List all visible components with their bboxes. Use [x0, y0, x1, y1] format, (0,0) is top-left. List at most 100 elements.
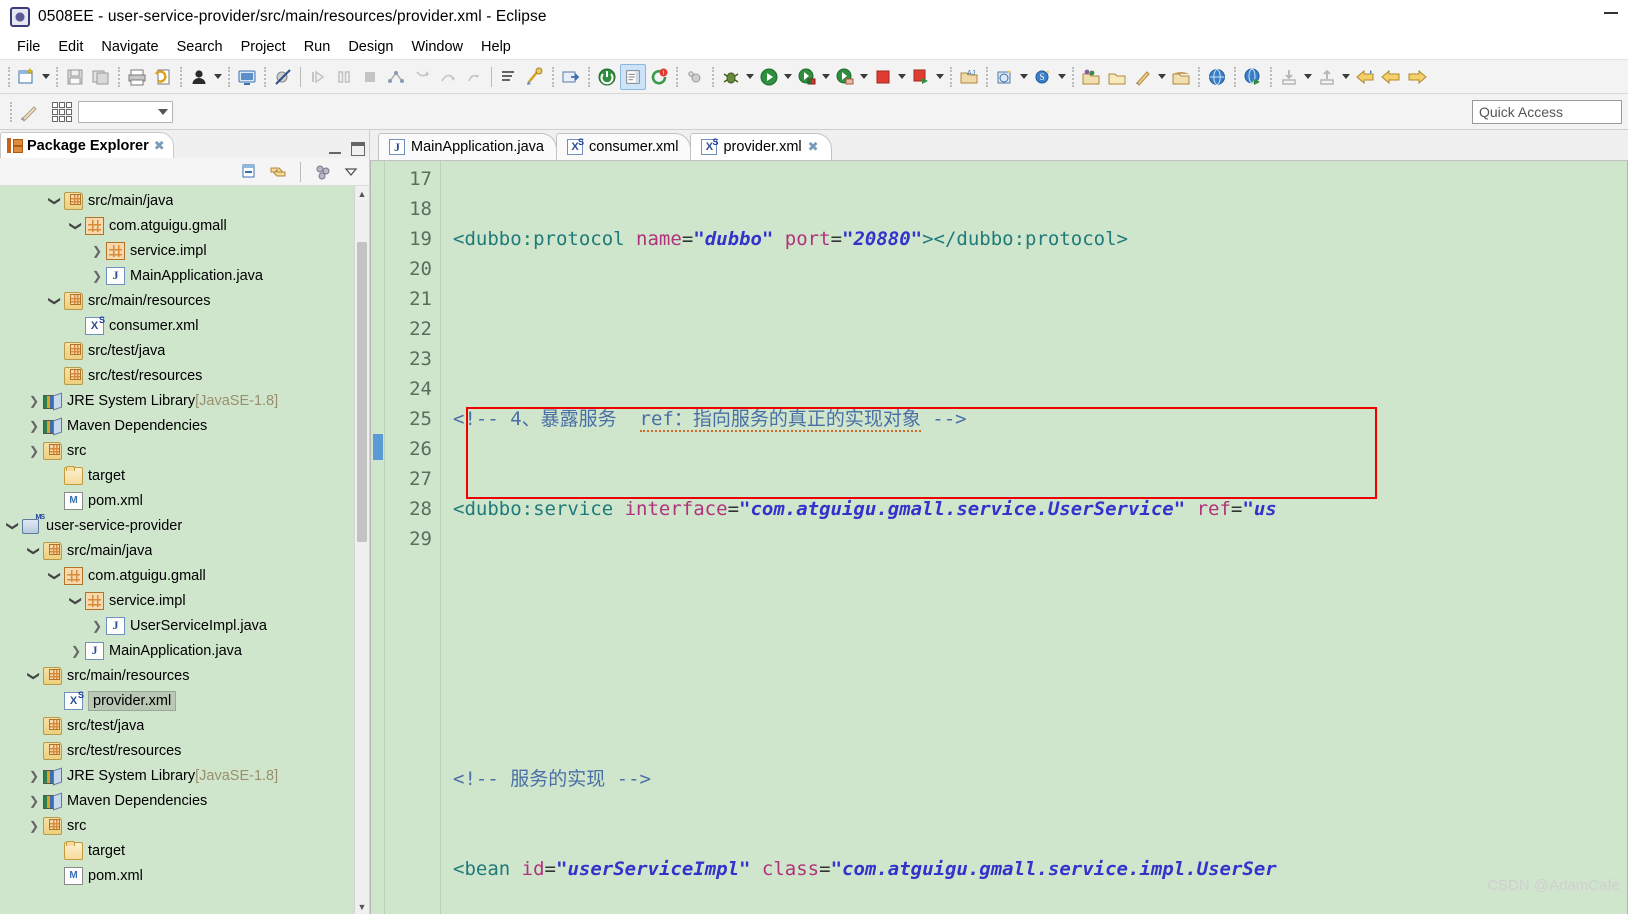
new-package-dropdown-icon[interactable] — [1018, 64, 1030, 90]
open-browser-icon[interactable] — [1204, 64, 1230, 90]
chevron-down-icon[interactable] — [46, 194, 64, 208]
coverage-icon[interactable] — [682, 64, 708, 90]
editor-tab-mainapplication-java[interactable]: MainApplication.java — [378, 133, 557, 160]
disconnect-icon[interactable] — [383, 64, 409, 90]
code-text[interactable]: <dubbo:protocol name="dubbo" port="20880… — [441, 161, 1627, 914]
editor-tab-provider-xml[interactable]: provider.xml ✖ — [690, 133, 832, 160]
tree-item-provider-xml[interactable]: provider.xml — [0, 688, 369, 713]
tree-item-userserviceimpl-java[interactable]: UserServiceImpl.java — [0, 613, 369, 638]
run-icon[interactable] — [756, 64, 782, 90]
chevron-right-icon[interactable] — [25, 794, 43, 808]
refresh-resource-icon[interactable] — [150, 64, 176, 90]
chevron-right-icon[interactable] — [25, 444, 43, 458]
tree-item-src-main-java[interactable]: src/main/java — [0, 188, 369, 213]
tree-item-service-impl[interactable]: service.impl — [0, 238, 369, 263]
stop-toolbar-icon[interactable] — [870, 64, 896, 90]
tree-item-src-main-resources[interactable]: src/main/resources — [0, 288, 369, 313]
scroll-down-arrow-icon[interactable]: ▼ — [355, 899, 369, 914]
editor-tab-consumer-xml[interactable]: consumer.xml — [556, 133, 692, 160]
annotation-icon[interactable] — [1130, 64, 1156, 90]
open-type-icon[interactable] — [522, 64, 548, 90]
run-last-dropdown-icon[interactable] — [934, 64, 946, 90]
open-console-icon[interactable] — [234, 64, 260, 90]
back-icon[interactable] — [1378, 64, 1404, 90]
scroll-up-arrow-icon[interactable]: ▲ — [355, 186, 369, 201]
menu-edit[interactable]: Edit — [49, 37, 92, 57]
debug-dropdown-icon[interactable] — [744, 64, 756, 90]
view-menu-icon[interactable] — [341, 162, 361, 182]
marker-bar[interactable] — [371, 161, 385, 914]
menu-search[interactable]: Search — [168, 37, 232, 57]
chevron-right-icon[interactable] — [25, 819, 43, 833]
tree-item-target[interactable]: target — [0, 463, 369, 488]
run-as-server-dropdown-icon[interactable] — [820, 64, 832, 90]
chevron-down-icon[interactable] — [67, 219, 85, 233]
forward-icon[interactable] — [1404, 64, 1430, 90]
toggle-breadcrumb-icon[interactable] — [620, 63, 646, 90]
project-tree[interactable]: ▲ ▼ src/main/java com.atguigu.gmall servic… — [0, 186, 369, 914]
new-java-project-icon[interactable]: AJ — [956, 64, 982, 90]
tree-item-maven-dependencies[interactable]: Maven Dependencies — [0, 788, 369, 813]
run-last-icon[interactable] — [908, 64, 934, 90]
tree-item-jre-system-library[interactable]: JRE System Library [JavaSE-1.8] — [0, 388, 369, 413]
step-into-icon[interactable] — [409, 64, 435, 90]
menu-navigate[interactable]: Navigate — [92, 37, 167, 57]
import-icon[interactable] — [1276, 64, 1302, 90]
menu-file[interactable]: File — [8, 37, 49, 57]
tree-item-mainapplication-java[interactable]: MainApplication.java — [0, 263, 369, 288]
chevron-right-icon[interactable] — [25, 419, 43, 433]
tree-item-jre-system-library[interactable]: JRE System Library [JavaSE-1.8] — [0, 763, 369, 788]
maximize-view-icon[interactable] — [351, 142, 365, 156]
minimize-view-icon[interactable] — [329, 145, 341, 154]
run-as-server-icon[interactable] — [794, 64, 820, 90]
tree-item-maven-dependencies[interactable]: Maven Dependencies — [0, 413, 369, 438]
open-folder-icon[interactable] — [1104, 64, 1130, 90]
code-editor[interactable]: 17 18 19 20 21 22 23 24 25 26 27 28 29 <dubbo:protoc… — [370, 160, 1628, 914]
view-menu-group-icon[interactable] — [313, 162, 333, 182]
tree-item-src-main-resources[interactable]: src/main/resources — [0, 663, 369, 688]
tree-item-src[interactable]: src — [0, 438, 369, 463]
tree-item-pom-xml[interactable]: pom.xml — [0, 488, 369, 513]
pencil-icon[interactable] — [16, 99, 42, 125]
spring-explorer-icon[interactable]: ! — [646, 64, 672, 90]
chevron-right-icon[interactable] — [25, 394, 43, 408]
tree-item-service-impl[interactable]: service.impl — [0, 588, 369, 613]
tree-item-pom-xml[interactable]: pom.xml — [0, 863, 369, 888]
new-package-icon[interactable] — [992, 64, 1018, 90]
chevron-right-icon[interactable] — [25, 769, 43, 783]
chevron-right-icon[interactable] — [88, 619, 106, 633]
run-dropdown-icon[interactable] — [782, 64, 794, 90]
stop-dropdown-icon[interactable] — [896, 64, 908, 90]
tree-item-src[interactable]: src — [0, 813, 369, 838]
resume-icon[interactable] — [305, 64, 331, 90]
save-all-icon[interactable] — [88, 64, 114, 90]
user-icon[interactable] — [186, 64, 212, 90]
chevron-right-icon[interactable] — [67, 644, 85, 658]
chevron-down-icon[interactable] — [4, 519, 22, 533]
suspend-icon[interactable] — [331, 64, 357, 90]
user-dropdown-icon[interactable] — [212, 64, 224, 90]
perspective-combo[interactable] — [78, 100, 173, 123]
back-history-icon[interactable] — [1352, 64, 1378, 90]
run-external-icon[interactable] — [832, 64, 858, 90]
menu-run[interactable]: Run — [295, 37, 340, 57]
chevron-down-icon[interactable] — [67, 594, 85, 608]
close-icon[interactable]: ✖ — [808, 139, 819, 155]
tree-item-user-service-provider[interactable]: user-service-provider — [0, 513, 369, 538]
run-external-dropdown-icon[interactable] — [858, 64, 870, 90]
export-icon[interactable] — [1314, 64, 1340, 90]
tree-item-com-atguigu-gmall[interactable]: com.atguigu.gmall — [0, 213, 369, 238]
open-archive-icon[interactable] — [1168, 64, 1194, 90]
search-spring-icon[interactable]: S — [1030, 64, 1056, 90]
step-over-icon[interactable] — [435, 64, 461, 90]
open-resource-icon[interactable] — [558, 64, 584, 90]
open-perspective-icon[interactable] — [1078, 64, 1104, 90]
import-dropdown-icon[interactable] — [1302, 64, 1314, 90]
tab-package-explorer[interactable]: Package Explorer ✖ — [0, 132, 174, 158]
tree-item-com-atguigu-gmall[interactable]: com.atguigu.gmall — [0, 563, 369, 588]
tree-item-consumer-xml[interactable]: consumer.xml — [0, 313, 369, 338]
menu-design[interactable]: Design — [339, 37, 402, 57]
tree-item-src-test-resources[interactable]: src/test/resources — [0, 363, 369, 388]
chevron-down-icon[interactable] — [46, 294, 64, 308]
chevron-down-icon[interactable] — [46, 569, 64, 583]
